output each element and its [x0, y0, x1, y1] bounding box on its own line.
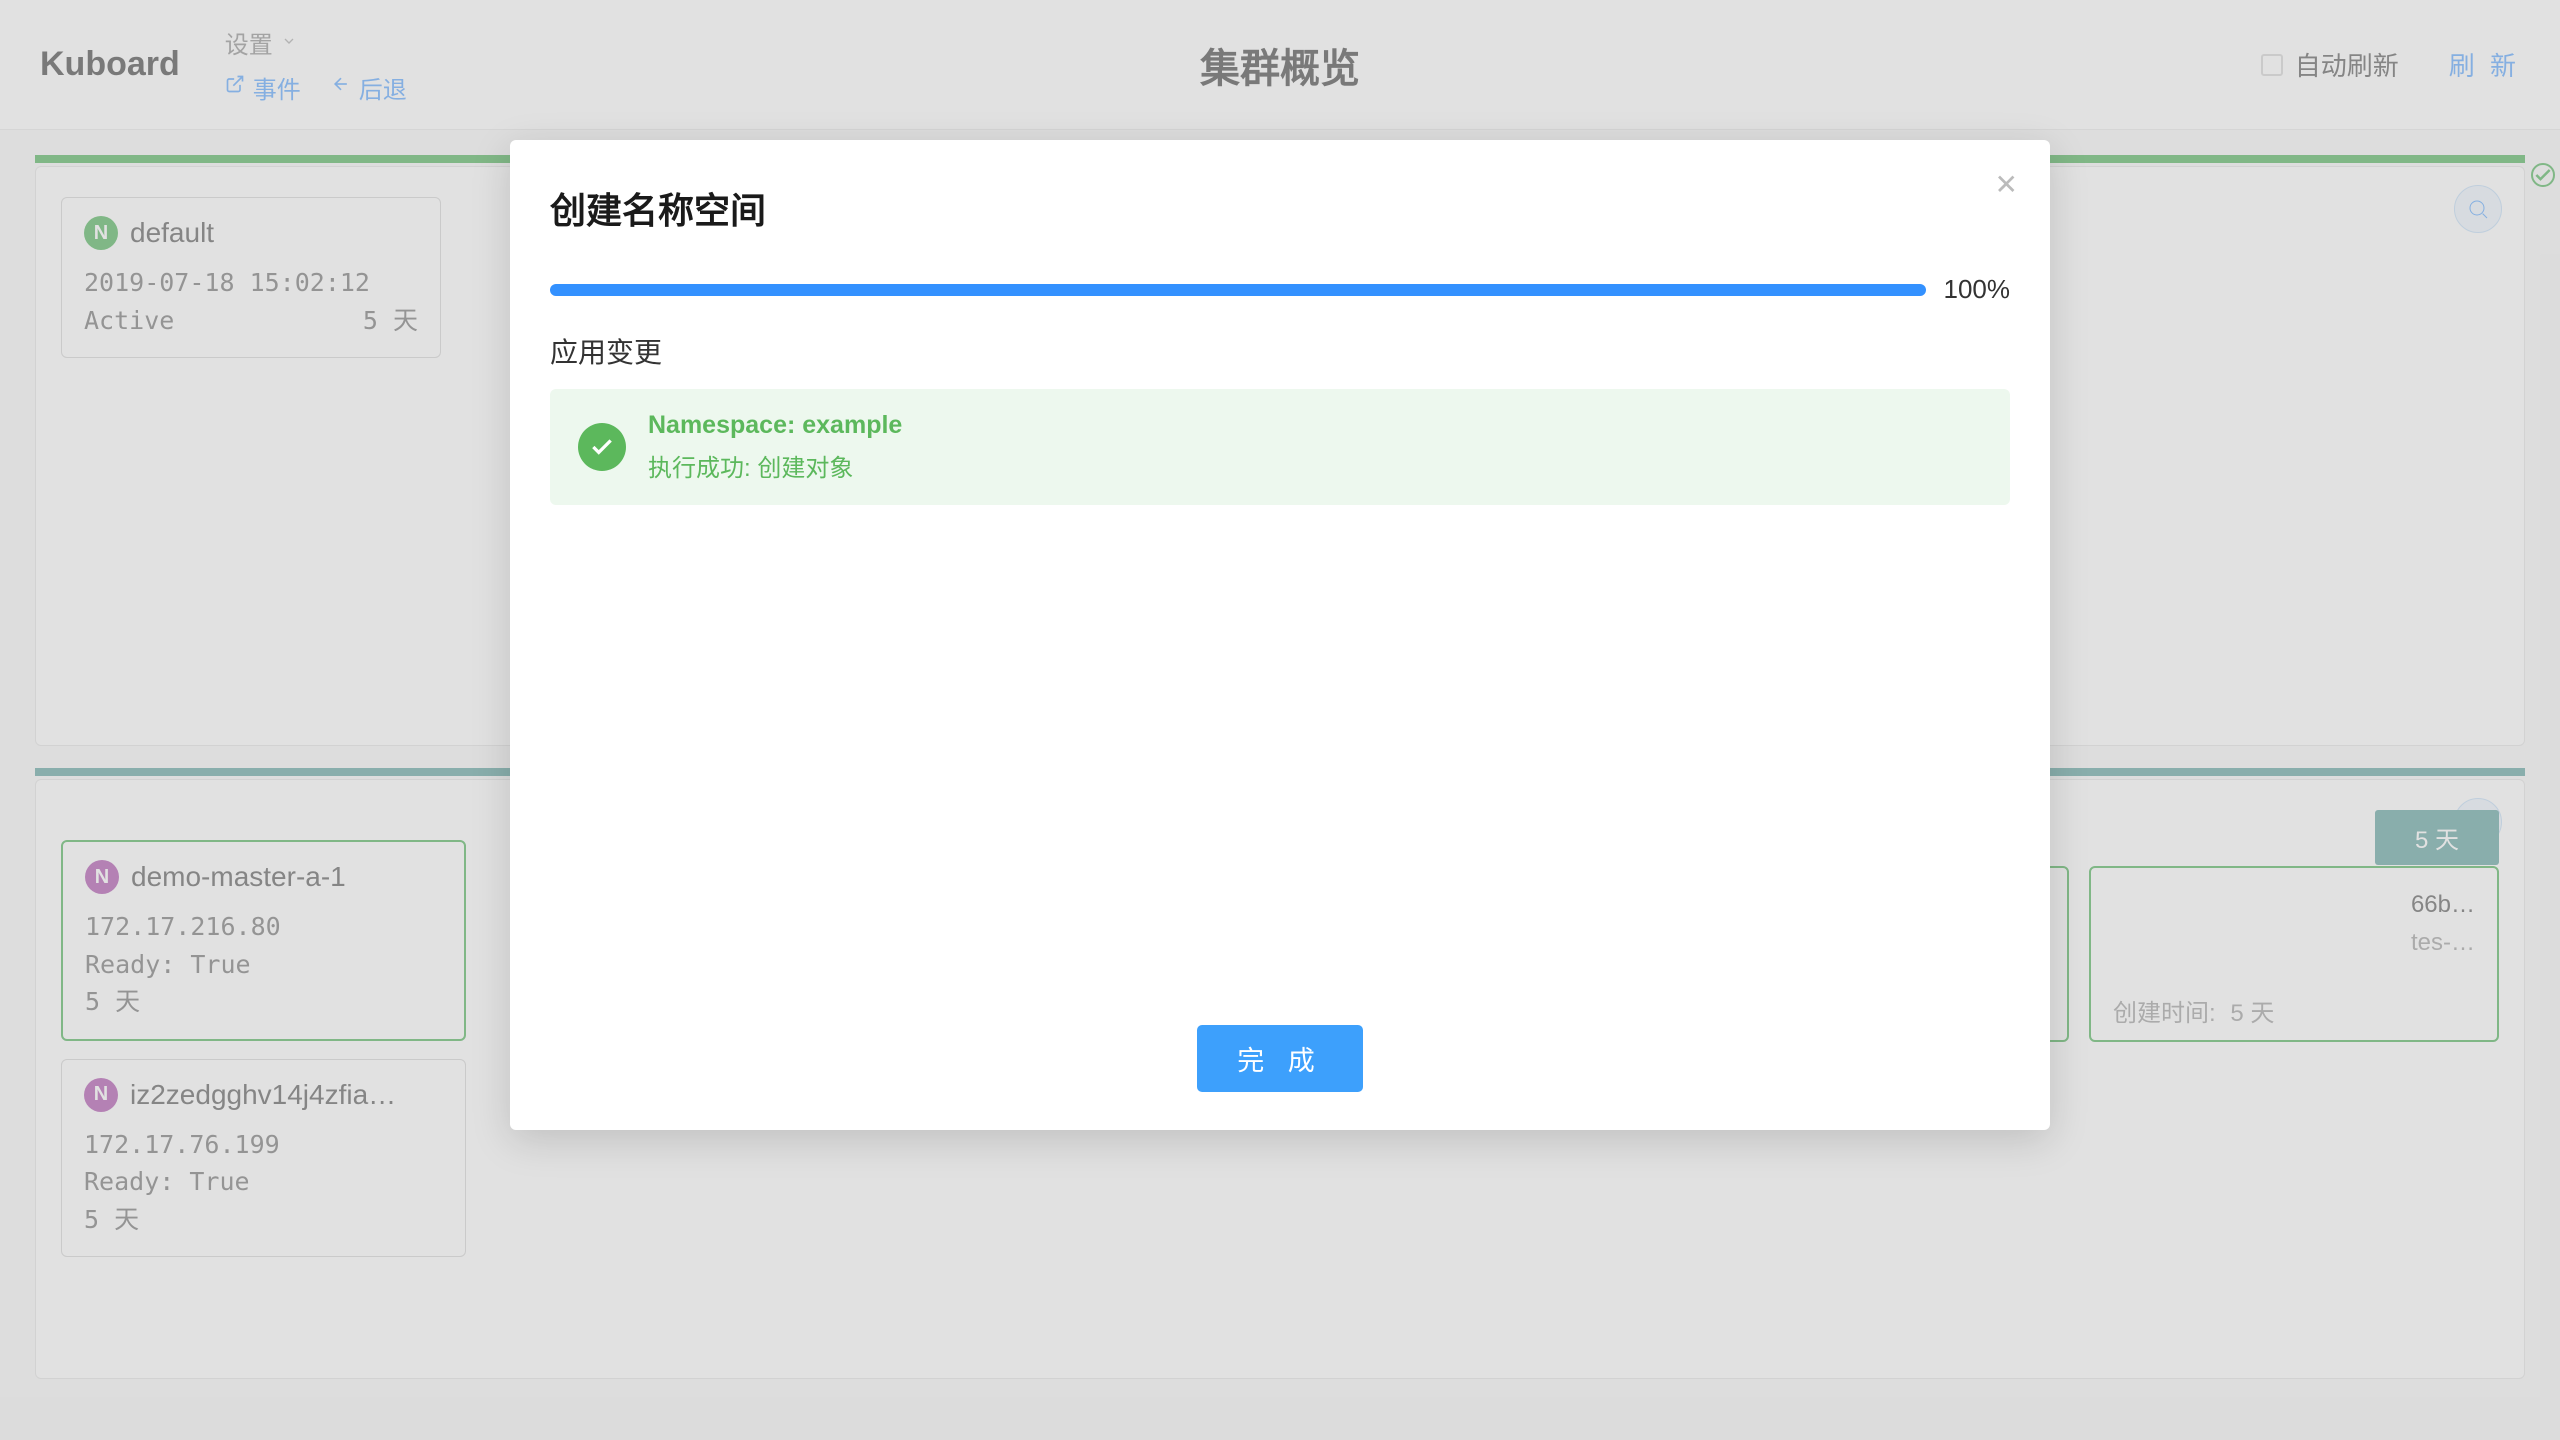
close-icon: ✕: [1995, 169, 2018, 200]
modal-overlay: ✕ 创建名称空间 100% 应用变更 Namespace: example 执行…: [0, 0, 2560, 1440]
result-box: Namespace: example 执行成功: 创建对象: [550, 389, 2010, 505]
modal-title: 创建名称空间: [550, 182, 2010, 234]
apply-changes-label: 应用变更: [550, 331, 2010, 371]
result-title: Namespace: example: [648, 411, 902, 440]
progress-bar: [550, 284, 1926, 296]
close-button[interactable]: ✕: [1995, 168, 2018, 201]
done-button[interactable]: 完 成: [1197, 1025, 1363, 1092]
create-namespace-modal: ✕ 创建名称空间 100% 应用变更 Namespace: example 执行…: [510, 140, 2050, 1130]
progress-label: 100%: [1944, 274, 2011, 305]
success-icon: [578, 423, 626, 471]
result-subtitle: 执行成功: 创建对象: [648, 448, 902, 483]
